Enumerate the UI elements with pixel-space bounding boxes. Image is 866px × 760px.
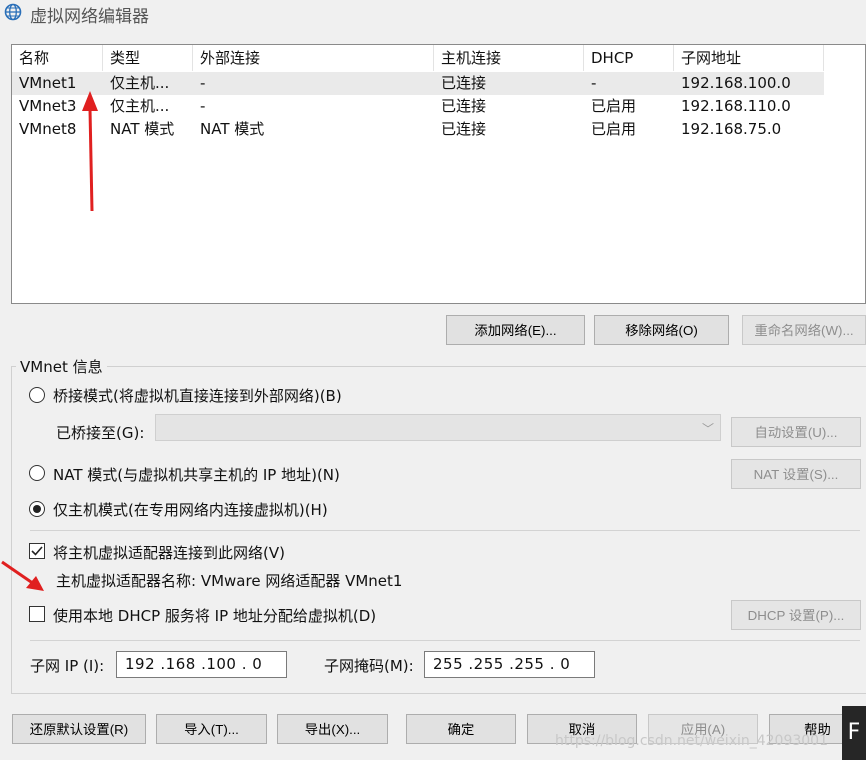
dhcp-label[interactable]: 使用本地 DHCP 服务将 IP 地址分配给虚拟机(D): [53, 605, 376, 626]
dhcp-settings-button[interactable]: DHCP 设置(P)...: [731, 600, 861, 630]
hostonly-mode-label[interactable]: 仅主机模式(在专用网络内连接虚拟机)(H): [53, 499, 328, 520]
subnet-mask-label: 子网掩码(M):: [324, 657, 414, 675]
annotation-arrow-diagonal: [1, 560, 44, 591]
cell-host: 已连接: [441, 120, 487, 138]
connect-adapter-checkbox[interactable]: [29, 543, 45, 559]
bridge-mode-radio[interactable]: [29, 387, 45, 403]
ok-button[interactable]: 确定: [406, 714, 516, 744]
nat-settings-button[interactable]: NAT 设置(S)...: [731, 459, 861, 489]
nat-mode-radio[interactable]: [29, 465, 45, 481]
cell-external: -: [200, 74, 206, 92]
bridged-to-label: 已桥接至(G):: [56, 424, 145, 442]
subnet-ip-label: 子网 IP (I):: [30, 657, 105, 675]
table-row[interactable]: VMnet1 仅主机... - 已连接 - 192.168.100.0: [12, 72, 824, 95]
cell-dhcp: 已启用: [591, 120, 637, 138]
cell-external: -: [200, 97, 206, 115]
restore-defaults-button[interactable]: 还原默认设置(R): [12, 714, 146, 744]
vmnet-info-title: VMnet 信息: [16, 356, 107, 377]
bridge-mode-label[interactable]: 桥接模式(将虚拟机直接连接到外部网络)(B): [53, 385, 342, 406]
divider: [30, 640, 860, 641]
cell-subnet: 192.168.75.0: [681, 120, 782, 138]
rename-network-button[interactable]: 重命名网络(W)...: [742, 315, 866, 345]
column-header-type[interactable]: 类型: [103, 45, 193, 71]
network-table[interactable]: 名称 类型 外部连接 主机连接 DHCP 子网地址 VMnet1 仅主机... …: [11, 44, 866, 304]
radio-selected-dot: [33, 505, 41, 513]
connect-adapter-label[interactable]: 将主机虚拟适配器连接到此网络(V): [53, 542, 285, 563]
dhcp-checkbox[interactable]: [29, 606, 45, 622]
cell-name: VMnet3: [19, 97, 77, 115]
checkmark-icon: [31, 546, 43, 556]
cell-host: 已连接: [441, 97, 487, 115]
watermark-text: https://blog.csdn.net/weixin_42093001: [554, 733, 828, 749]
table-row[interactable]: VMnet3 仅主机... - 已连接 已启用 192.168.110.0: [12, 95, 824, 118]
auto-settings-button[interactable]: 自动设置(U)...: [731, 417, 861, 447]
cell-host: 已连接: [441, 74, 487, 92]
divider: [30, 530, 860, 531]
globe-icon: [4, 3, 22, 21]
corner-overlay: F: [842, 706, 866, 760]
export-button[interactable]: 导出(X)...: [277, 714, 388, 744]
cell-subnet: 192.168.100.0: [681, 74, 791, 92]
column-header-host[interactable]: 主机连接: [434, 45, 584, 71]
chevron-down-icon: ﹀: [702, 422, 715, 436]
import-button[interactable]: 导入(T)...: [156, 714, 267, 744]
cell-type: NAT 模式: [110, 120, 175, 138]
cell-dhcp: 已启用: [591, 97, 637, 115]
adapter-name-text: 主机虚拟适配器名称: VMware 网络适配器 VMnet1: [56, 572, 403, 590]
subnet-ip-input[interactable]: 192 .168 .100 . 0: [116, 651, 287, 678]
cell-name: VMnet8: [19, 120, 77, 138]
hostonly-mode-radio[interactable]: [29, 501, 45, 517]
cell-dhcp: -: [591, 74, 597, 92]
column-header-name[interactable]: 名称: [12, 45, 103, 71]
title-bar: 虚拟网络编辑器: [0, 0, 866, 34]
annotation-arrow-up: [82, 91, 98, 212]
table-row[interactable]: VMnet8 NAT 模式 NAT 模式 已连接 已启用 192.168.75.…: [12, 118, 824, 141]
nat-mode-label[interactable]: NAT 模式(与虚拟机共享主机的 IP 地址)(N): [53, 464, 340, 485]
cell-type: 仅主机...: [110, 74, 170, 92]
cell-type: 仅主机...: [110, 97, 170, 115]
add-network-button[interactable]: 添加网络(E)...: [446, 315, 585, 345]
cell-subnet: 192.168.110.0: [681, 97, 791, 115]
column-header-dhcp[interactable]: DHCP: [584, 45, 674, 71]
column-header-external[interactable]: 外部连接: [193, 45, 434, 71]
bridged-to-select[interactable]: [155, 414, 721, 441]
cell-external: NAT 模式: [200, 120, 265, 138]
remove-network-button[interactable]: 移除网络(O): [594, 315, 729, 345]
window-title: 虚拟网络编辑器: [30, 7, 149, 27]
subnet-mask-input[interactable]: 255 .255 .255 . 0: [424, 651, 595, 678]
column-header-subnet[interactable]: 子网地址: [674, 45, 824, 71]
cell-name: VMnet1: [19, 74, 77, 92]
